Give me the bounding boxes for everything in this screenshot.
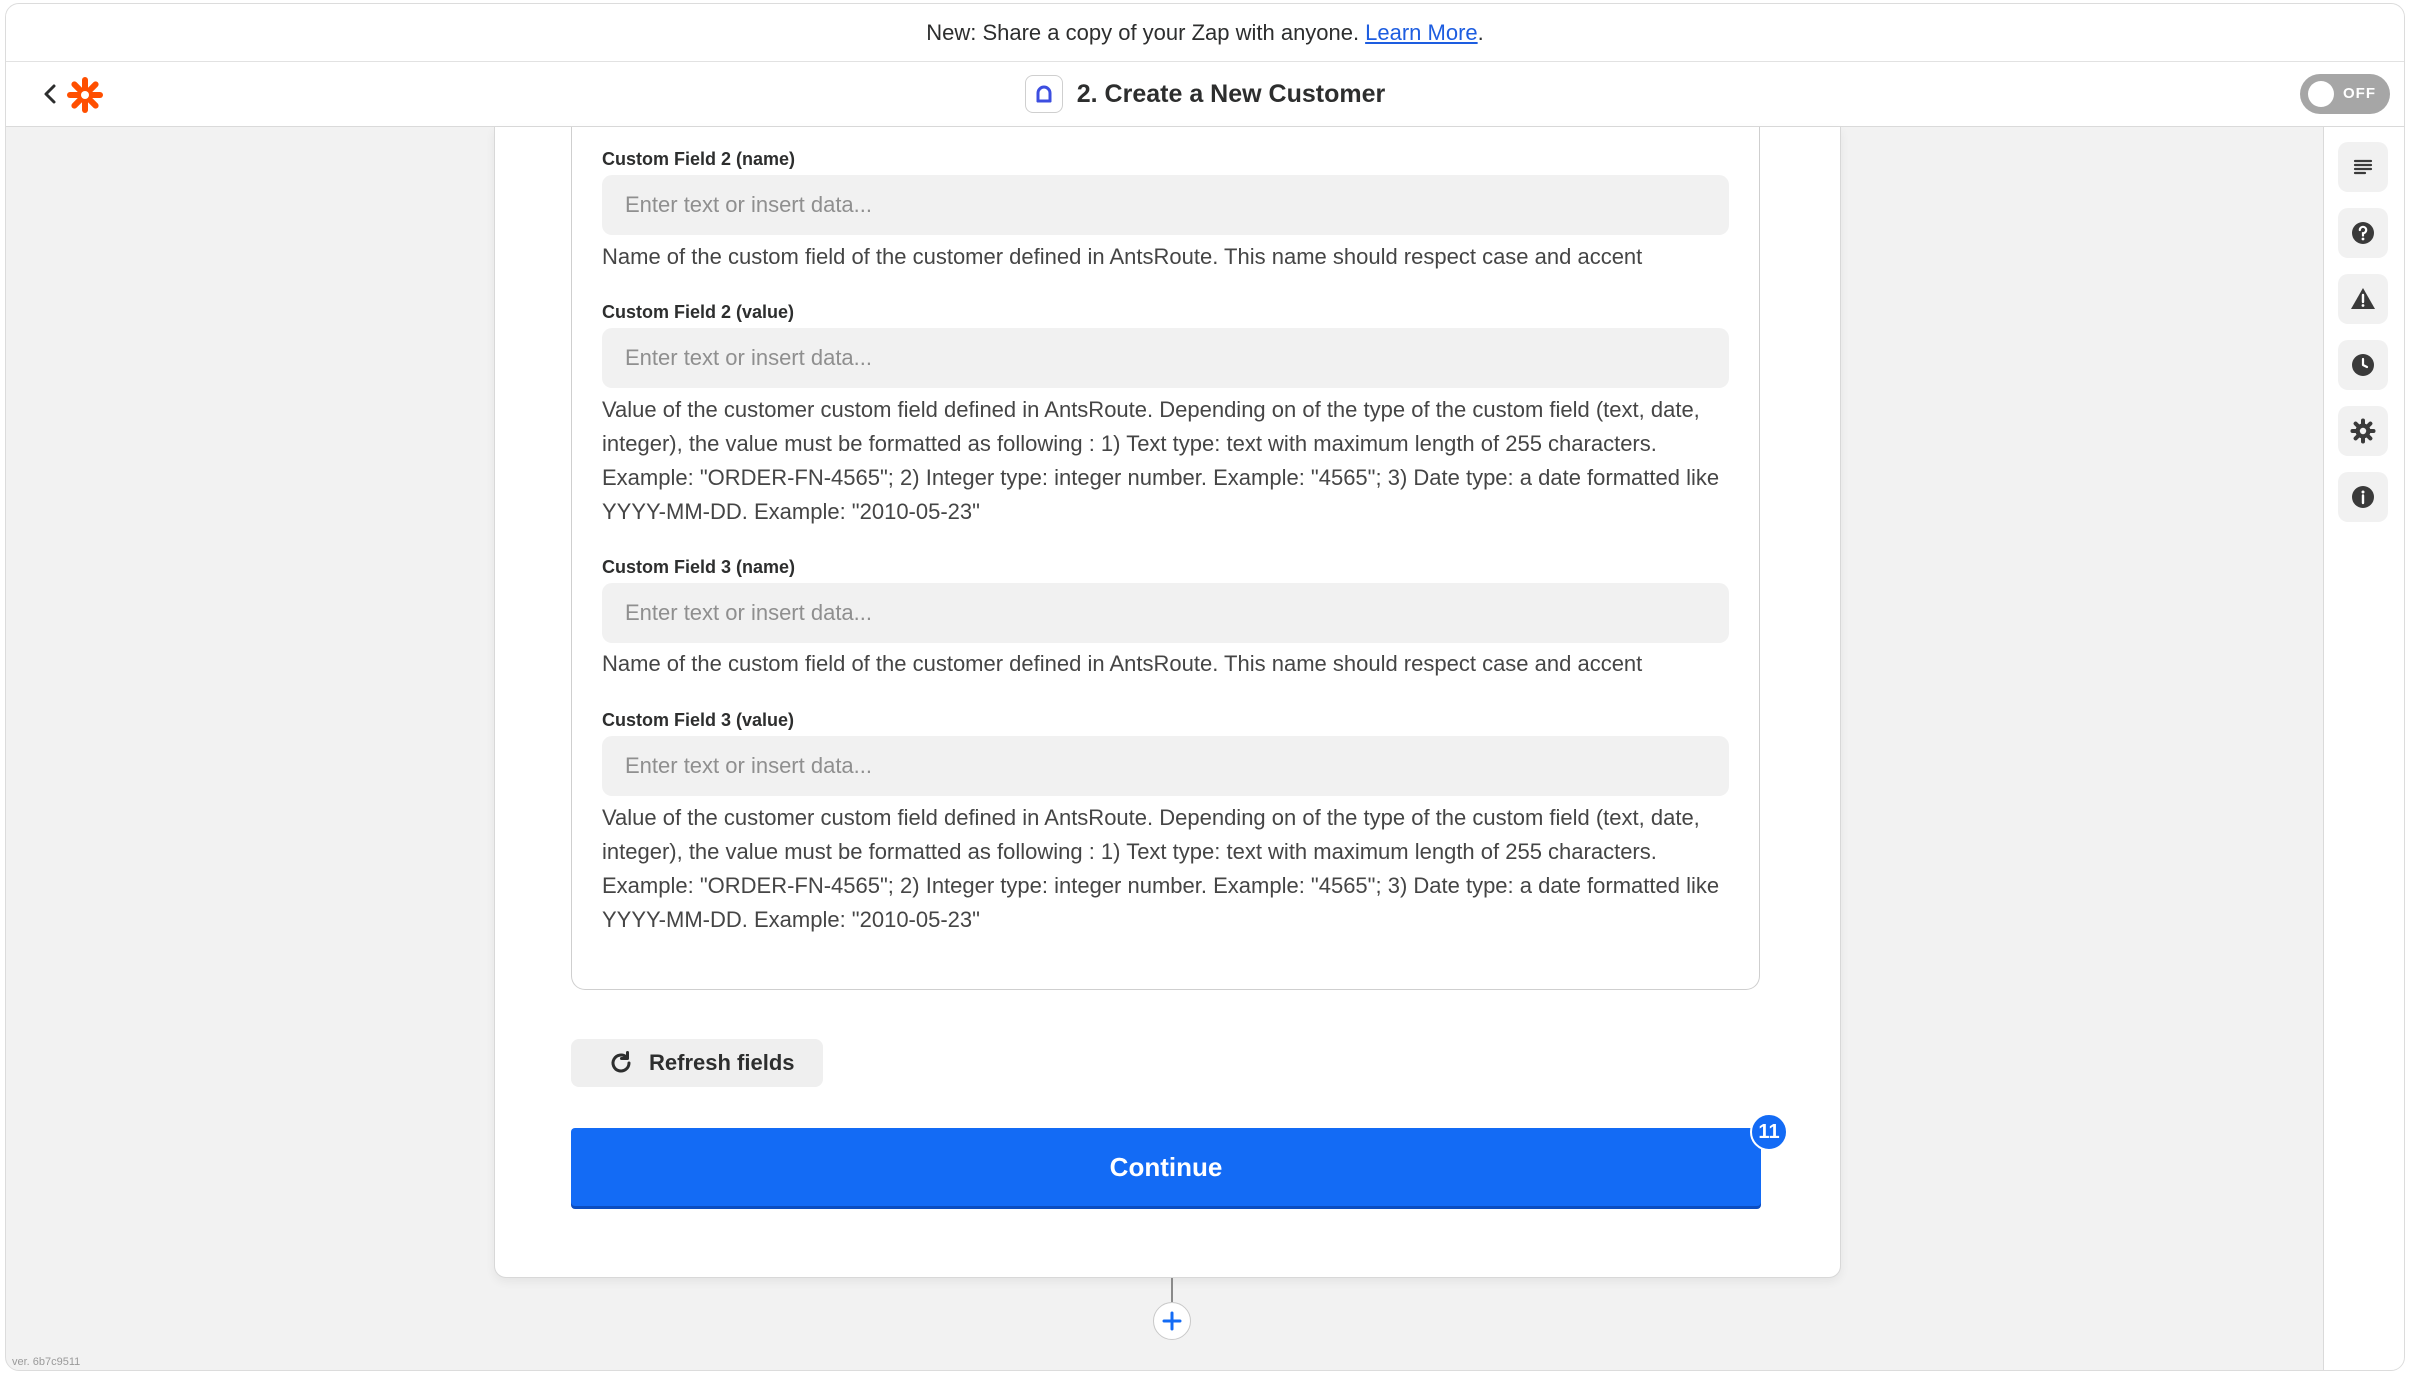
help-icon [2352,222,2374,244]
custom-field-2-value-input[interactable]: Enter text or insert data... [602,328,1729,388]
outline-icon [2353,159,2373,175]
settings-icon [2350,418,2376,444]
step-editor-card: Custom Field 2 (name) Enter text or inse… [494,127,1841,1278]
step-connector-line [1171,1278,1173,1302]
field-help-text: Name of the custom field of the customer… [602,244,1643,269]
version-label: ver. 6b7c9511 [12,1356,81,1368]
step-title-group: 2. Create a New Customer [6,62,2404,126]
add-step-button[interactable] [1153,1302,1191,1340]
field-label: Custom Field 3 (name) [602,557,796,577]
custom-field-2-name-input[interactable]: Enter text or insert data... [602,175,1729,235]
antsroute-app-icon [1024,75,1063,113]
custom-field-3-value-input[interactable]: Enter text or insert data... [602,736,1729,796]
toggle-label: OFF [2343,85,2376,102]
alerts-button[interactable] [2338,274,2388,324]
field-label: Custom Field 2 (name) [602,149,796,169]
refresh-icon [611,1051,631,1073]
banner-suffix: . [1477,19,1484,45]
step-title: 2. Create a New Customer [1076,79,1386,108]
custom-fields-panel: Custom Field 2 (name) Enter text or inse… [571,127,1760,990]
step-number-badge: 11 [1750,1113,1788,1151]
continue-label: Continue [1109,1151,1223,1182]
banner-text: New: Share a copy of your Zap with anyon… [926,19,1360,45]
announcement-banner: New: Share a copy of your Zap with anyon… [6,4,2404,62]
right-sidebar [2323,127,2404,1370]
history-button[interactable] [2338,340,2388,390]
outline-button[interactable] [2338,142,2388,192]
learn-more-link[interactable]: Learn More [1365,20,1478,46]
refresh-fields-button[interactable]: Refresh fields [571,1039,823,1087]
info-icon [2352,486,2374,508]
field-help-text: Value of the customer custom field defin… [602,397,1720,524]
continue-button[interactable]: Continue [571,1128,1761,1206]
editor-header: 2. Create a New Customer OFF [6,62,2404,127]
history-icon [2352,354,2374,376]
help-button[interactable] [2338,208,2388,258]
toggle-knob [2308,81,2334,107]
warning-icon [2351,288,2375,309]
field-help-text: Value of the customer custom field defin… [602,805,1720,932]
zap-on-off-toggle[interactable]: OFF [2300,74,2390,114]
field-help-text: Name of the custom field of the customer… [602,651,1643,676]
refresh-fields-label: Refresh fields [649,1050,795,1075]
details-button[interactable] [2338,472,2388,522]
field-label: Custom Field 3 (value) [602,710,795,730]
custom-field-3-name-input[interactable]: Enter text or insert data... [602,583,1729,643]
settings-button[interactable] [2338,406,2388,456]
field-label: Custom Field 2 (value) [602,302,795,322]
app-window: New: Share a copy of your Zap with anyon… [5,3,2405,1371]
plus-icon [1162,1311,1182,1331]
